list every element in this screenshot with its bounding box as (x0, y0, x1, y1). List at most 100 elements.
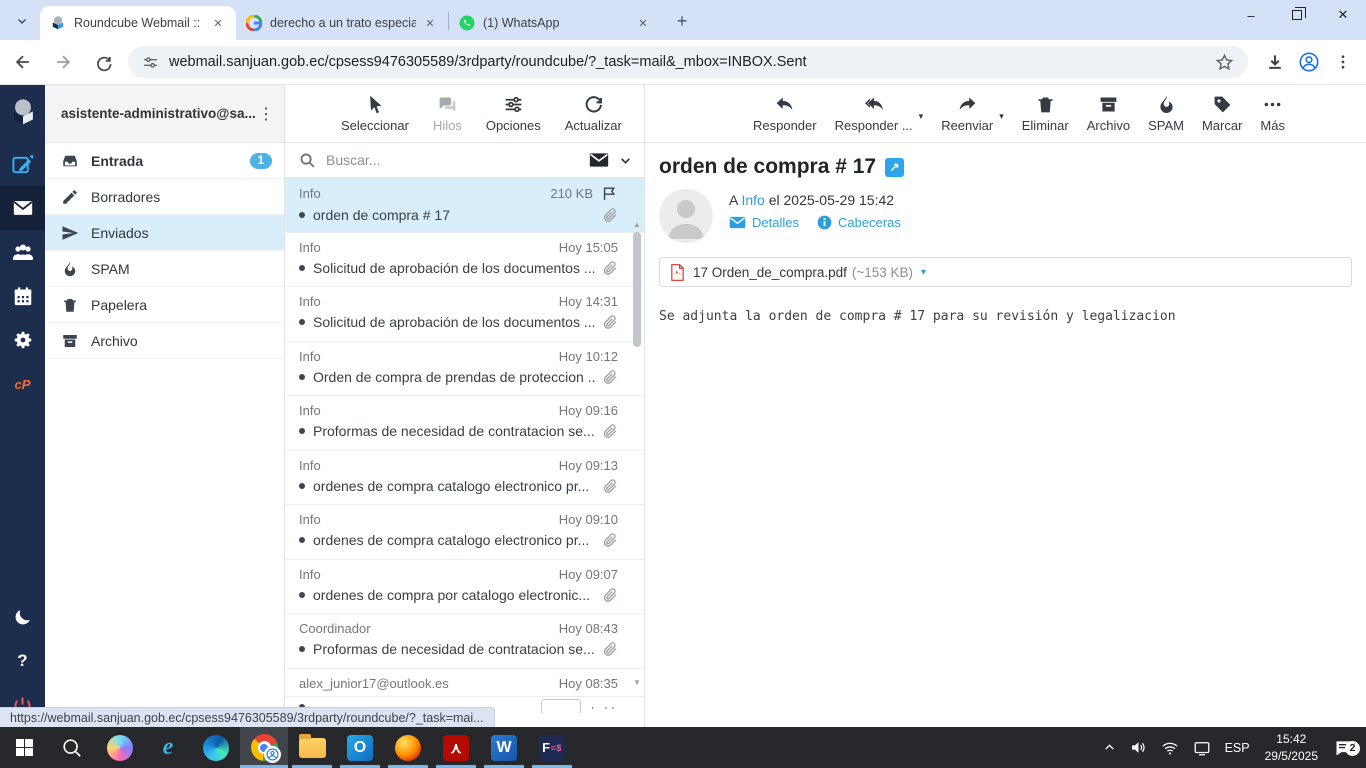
threads-button[interactable]: Hilos (433, 94, 462, 133)
page-input[interactable] (540, 698, 581, 713)
tab-close-icon[interactable]: ✕ (635, 15, 651, 31)
site-settings-icon[interactable] (142, 54, 159, 71)
sidebar-item-papelera[interactable]: Papelera (45, 287, 284, 323)
attachment-menu-caret-icon[interactable]: ▾ (921, 267, 926, 278)
taskbar-firefox-button[interactable] (384, 727, 432, 768)
bookmark-star-icon[interactable] (1215, 53, 1234, 72)
headers-toggle[interactable]: Cabeceras (817, 215, 901, 230)
refresh-button[interactable]: Actualizar (565, 94, 622, 133)
attachment-row[interactable]: 17 Orden_de_compra.pdf (~153 KB) ▾ (659, 257, 1352, 287)
flag-icon[interactable] (601, 185, 618, 202)
forward-button[interactable] (46, 45, 80, 79)
sidebar-item-enviados[interactable]: Enviados (45, 215, 284, 251)
tab-roundcube[interactable]: Roundcube Webmail :: Enviados ✕ (40, 6, 236, 40)
window-restore-button[interactable] (1274, 0, 1320, 30)
tab-search-button[interactable] (8, 7, 36, 35)
forward-button-mail[interactable]: Reenviar (941, 94, 993, 133)
taskbar-clock[interactable]: 15:42 29/5/2025 (1257, 731, 1326, 763)
rail-calendar-button[interactable] (0, 274, 45, 318)
list-scrollbar[interactable]: ▲ ▼ (632, 220, 642, 687)
search-options-chevron-icon[interactable] (619, 154, 632, 167)
list-item[interactable]: alex_junior17@outlook.es Hoy 08:35 (285, 669, 644, 697)
tab-close-icon[interactable]: ✕ (210, 15, 226, 31)
account-menu-button[interactable]: ⋮ (256, 104, 276, 124)
window-minimize-button[interactable]: – (1228, 0, 1274, 30)
taskbar-copilot-button[interactable] (96, 727, 144, 768)
browser-menu-button[interactable] (1326, 45, 1360, 79)
tab-close-icon[interactable]: ✕ (422, 15, 438, 31)
wifi-icon[interactable] (1154, 739, 1186, 757)
spam-button[interactable]: SPAM (1148, 94, 1184, 133)
unread-dot (299, 264, 305, 271)
reload-button[interactable] (86, 45, 120, 79)
compose-button[interactable] (0, 142, 45, 186)
moon-icon (15, 609, 30, 624)
list-item[interactable]: Coordinador Hoy 08:43 Proformas de necesi… (285, 614, 644, 669)
select-button[interactable]: Seleccionar (341, 94, 409, 133)
list-item[interactable]: Info 210 KB orden de compra # 17 (285, 178, 644, 233)
threads-label: Hilos (432, 118, 462, 133)
taskbar-explorer-button[interactable] (288, 727, 336, 768)
options-button[interactable]: Opciones (486, 94, 541, 133)
reply-all-button[interactable]: Responder ... (835, 94, 913, 133)
archive-button[interactable]: Archivo (1087, 94, 1130, 133)
rail-settings-button[interactable] (0, 318, 45, 362)
scroll-up-icon[interactable]: ▲ (632, 220, 642, 229)
scrollbar-thumb[interactable] (633, 232, 641, 347)
downloads-button[interactable] (1258, 45, 1292, 79)
sidebar-item-spam[interactable]: SPAM (45, 251, 284, 287)
cpanel-button[interactable]: cP (0, 362, 45, 406)
profile-button[interactable] (1292, 45, 1326, 79)
list-item[interactable]: Info Hoy 09:07 ordenes de compra por cata… (285, 560, 644, 614)
taskbar-acrobat-button[interactable]: ⋏ (432, 727, 480, 768)
list-item[interactable]: Info Hoy 10:12 Orden de compra de prendas… (285, 342, 644, 396)
url-text[interactable]: webmail.sanjuan.gob.ec/cpsess9476305589/… (169, 54, 807, 70)
volume-icon[interactable] (1123, 739, 1154, 756)
more-button[interactable]: Más (1260, 94, 1285, 133)
message-meta: Hoy 10:12 (558, 348, 618, 364)
sidebar-item-archivo[interactable]: Archivo (45, 323, 284, 359)
list-item[interactable]: Info Hoy 09:13 ordenes de compra catalogo… (285, 451, 644, 505)
rail-contacts-button[interactable] (0, 230, 45, 274)
help-button[interactable]: ? (0, 639, 45, 683)
search-input[interactable] (326, 152, 589, 168)
search-scope-icon[interactable] (589, 152, 609, 168)
language-indicator[interactable]: ESP (1218, 741, 1257, 755)
sidebar-item-entrada[interactable]: Entrada 1 (45, 143, 284, 179)
list-item[interactable]: Info Hoy 09:16 Proformas de necesidad de … (285, 396, 644, 451)
from-contact-link[interactable]: Info (741, 192, 764, 208)
delete-button[interactable]: Eliminar (1022, 94, 1069, 133)
list-item[interactable]: Info Hoy 15:05 Solicitud de aprobación de… (285, 233, 644, 287)
window-close-button[interactable]: ✕ (1320, 0, 1366, 30)
reply-button[interactable]: Responder (753, 94, 817, 133)
tab-google-search[interactable]: derecho a un trato especial - Bu ✕ (236, 6, 448, 40)
taskbar-fes-button[interactable]: F ≡$ (528, 727, 576, 768)
new-tab-button[interactable]: + (669, 8, 695, 34)
list-item[interactable]: Info Hoy 09:10 ordenes de compra catalogo… (285, 505, 644, 560)
taskbar-edge-button[interactable] (192, 727, 240, 768)
dark-mode-button[interactable] (0, 595, 45, 639)
taskbar-word-button[interactable]: W (480, 727, 528, 768)
taskbar-outlook-button[interactable]: O (336, 727, 384, 768)
cast-icon[interactable] (1186, 739, 1218, 757)
tab-whatsapp[interactable]: (1) WhatsApp ✕ (449, 6, 661, 40)
action-center-button[interactable]: 2 (1326, 738, 1366, 758)
start-button[interactable] (0, 727, 48, 768)
tray-chevron-up-icon[interactable] (1096, 741, 1123, 754)
list-item[interactable]: Info Hoy 14:31 Solicitud de aprobación de… (285, 287, 644, 342)
taskbar-ie-button[interactable]: e (144, 727, 192, 768)
attachment-name[interactable]: 17 Orden_de_compra.pdf (693, 265, 847, 280)
taskbar-search-button[interactable] (48, 727, 96, 768)
details-toggle[interactable]: Detalles (729, 215, 799, 230)
taskbar-chrome-button[interactable] (240, 727, 288, 768)
rail-mail-button[interactable] (0, 186, 45, 230)
forward-caret-icon[interactable]: ▾ (999, 111, 1004, 122)
sidebar-item-borradores[interactable]: Borradores (45, 179, 284, 215)
address-bar[interactable]: webmail.sanjuan.gob.ec/cpsess9476305589/… (128, 46, 1248, 78)
scroll-down-icon[interactable]: ▼ (632, 678, 642, 687)
reply-all-caret-icon[interactable]: ▾ (919, 111, 924, 122)
back-button[interactable] (6, 45, 40, 79)
mark-button[interactable]: Marcar (1202, 94, 1242, 133)
reply-icon (776, 97, 793, 111)
open-in-new-window-icon[interactable]: ↗ (885, 157, 905, 177)
